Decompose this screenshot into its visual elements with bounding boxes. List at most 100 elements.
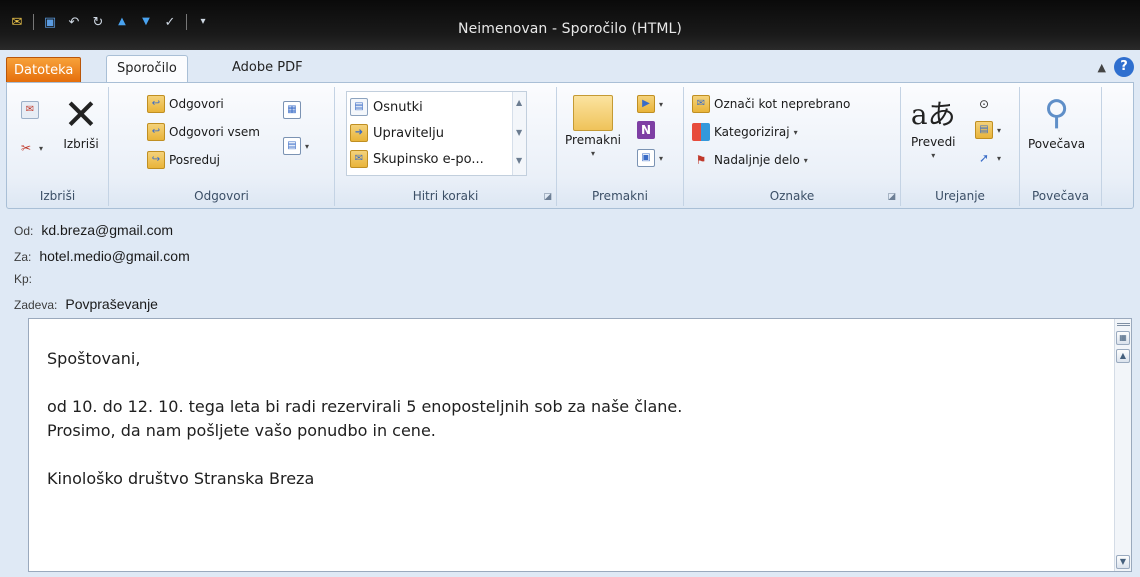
message-body[interactable]: Spoštovani, od 10. do 12. 10. tega leta … [28, 318, 1132, 572]
ribbon-tab-strip: Datoteka Sporočilo Adobe PDF ▲ ? [0, 50, 1140, 83]
forward-button[interactable]: ↪ Posreduj [147, 151, 220, 169]
help-icon[interactable]: ? [1114, 57, 1134, 77]
follow-up-button[interactable]: ⚑ Nadaljnje delo ▾ [692, 151, 808, 169]
delete-button[interactable]: ✕ Izbriši [61, 90, 101, 152]
group-delete: ✉ ✂ ▾ ✕ Izbriši Izbriši [7, 87, 109, 206]
message-body-text[interactable]: Spoštovani, od 10. do 12. 10. tega leta … [47, 347, 1087, 491]
scroll-down-icon[interactable]: ▼ [1116, 555, 1130, 569]
find-button[interactable]: ⊙ [975, 95, 993, 113]
dialog-launcher-icon[interactable]: ◪ [543, 192, 552, 202]
delete-icon: ✕ [63, 90, 99, 139]
group-label-quick-steps: Hitri koraki [412, 189, 479, 203]
to-row: Za: hotel.medio@gmail.com [14, 248, 190, 264]
select-button[interactable]: ➚ ▾ [975, 149, 1001, 167]
body-signature: Kinološko društvo Stranska Breza [47, 469, 315, 488]
from-label: Od: [14, 224, 34, 238]
group-editing: aあ Prevedi ▾ ⊙ ▤ ▾ ➚ ▾ Urejanje [901, 87, 1020, 206]
chevron-down-icon: ▾ [997, 125, 1002, 135]
subject-row: Zadeva: Povpraševanje [14, 296, 158, 312]
chevron-down-icon: ▾ [39, 143, 44, 153]
quick-step-item[interactable]: ➜ Upravitelju [350, 124, 444, 142]
manager-icon: ➜ [350, 124, 368, 142]
more-respond-button[interactable]: ▤ ▾ [283, 137, 309, 155]
cc-row: Kp: [14, 272, 40, 286]
group-label-delete: Izbriši [39, 189, 76, 203]
scroll-up-icon[interactable]: ▲ [516, 98, 522, 107]
actions-button[interactable]: ▣ ▾ [637, 149, 663, 167]
group-move: Premakni ▾ ▶ ▾ N ▣ ▾ Premakni [557, 87, 684, 206]
meeting-button[interactable]: ▦ [283, 101, 301, 119]
chevron-down-icon: ▾ [659, 153, 664, 163]
move-button[interactable]: Premakni ▾ [565, 95, 621, 158]
reply-button[interactable]: ↩ Odgovori [147, 95, 224, 113]
body-greeting: Spoštovani, [47, 349, 141, 368]
body-scrollbar[interactable]: ▦ ▲ ▼ [1114, 319, 1131, 571]
related-button[interactable]: ▤ ▾ [975, 121, 1001, 139]
group-tags: ✉ Označi kot neprebrano Kategoriziraj ▾ … [684, 87, 901, 206]
quick-step-item[interactable]: ▤ Osnutki [350, 98, 423, 116]
cleanup-button[interactable]: ✂ ▾ [17, 139, 43, 157]
window-title: Neimenovan - Sporočilo (HTML) [458, 21, 682, 37]
categorize-button[interactable]: Kategoriziraj ▾ [692, 123, 798, 141]
subject-value[interactable]: Povpraševanje [65, 296, 158, 312]
group-label-tags: Oznake [769, 189, 815, 203]
quick-step-label: Upravitelju [373, 125, 444, 141]
group-label-editing: Urejanje [935, 189, 985, 203]
group-zoom: ⚲ Povečava Povečava [1020, 87, 1102, 206]
scroll-down-icon[interactable]: ▼ [516, 128, 522, 137]
ribbon: ✉ ✂ ▾ ✕ Izbriši Izbriši ↩ Odgovori ↩ Odg… [6, 82, 1134, 209]
onenote-button[interactable]: N [637, 121, 655, 139]
drafts-icon: ▤ [350, 98, 368, 116]
group-label-zoom: Povečava [1031, 189, 1090, 203]
to-label: Za: [14, 250, 32, 264]
translate-icon: aあ [910, 98, 956, 131]
reply-icon: ↩ [147, 95, 165, 113]
dialog-launcher-icon[interactable]: ◪ [887, 192, 896, 202]
team-email-icon: ✉ [350, 150, 368, 168]
cursor-icon: ➚ [978, 151, 990, 165]
tab-file[interactable]: Datoteka [6, 57, 82, 83]
tab-message[interactable]: Sporočilo [106, 55, 188, 83]
scroll-up-icon[interactable]: ▲ [1116, 349, 1130, 363]
actions-icon: ▣ [637, 149, 655, 167]
quick-step-item[interactable]: ✉ Skupinsko e-po... [350, 150, 484, 168]
cc-label: Kp: [14, 272, 33, 286]
ruler-icon[interactable]: ▦ [1116, 331, 1130, 345]
subject-label: Zadeva: [14, 298, 58, 312]
mark-unread-button[interactable]: ✉ Označi kot neprebrano [692, 95, 850, 113]
quick-step-label: Skupinsko e-po... [373, 151, 484, 167]
more-icon: ▤ [283, 137, 301, 155]
to-value[interactable]: hotel.medio@gmail.com [39, 248, 189, 264]
group-label-move: Premakni [591, 189, 648, 203]
folder-icon [573, 95, 613, 131]
chevron-down-icon: ▾ [997, 153, 1002, 163]
rules-icon: ▶ [637, 95, 655, 113]
zoom-button[interactable]: ⚲ Povečava [1028, 93, 1085, 151]
minimize-ribbon-icon[interactable]: ▲ [1098, 61, 1106, 74]
ignore-icon: ✉ [21, 101, 39, 119]
from-value[interactable]: kd.breza@gmail.com [41, 222, 173, 238]
body-line: od 10. do 12. 10. tega leta bi radi reze… [47, 397, 683, 416]
follow-up-label: Nadaljnje delo [714, 153, 800, 167]
reply-all-button[interactable]: ↩ Odgovori vsem [147, 123, 260, 141]
envelope-icon: ✉ [692, 95, 710, 113]
reply-label: Odgovori [169, 97, 224, 111]
expand-icon[interactable]: ▼ [516, 156, 522, 165]
quick-steps-gallery[interactable]: ▤ Osnutki ➜ Upravitelju ✉ Skupinsko e-po… [346, 91, 527, 176]
tab-adobe-pdf[interactable]: Adobe PDF [222, 55, 313, 83]
chevron-down-icon: ▾ [793, 127, 798, 137]
from-row: Od: kd.breza@gmail.com [14, 222, 173, 238]
chevron-down-icon: ▾ [931, 151, 936, 160]
quick-steps-scrollbar[interactable]: ▲ ▼ ▼ [512, 92, 526, 175]
group-quick-steps: ▤ Osnutki ➜ Upravitelju ✉ Skupinsko e-po… [335, 87, 557, 206]
split-handle-icon[interactable] [1117, 323, 1130, 326]
chevron-down-icon: ▾ [591, 149, 596, 158]
move-button-label: Premakni [565, 133, 622, 147]
translate-button[interactable]: aあ Prevedi ▾ [911, 93, 956, 160]
delete-button-label: Izbriši [63, 137, 99, 151]
group-respond: ↩ Odgovori ↩ Odgovori vsem ↪ Posreduj ▦ … [109, 87, 335, 206]
rules-button[interactable]: ▶ ▾ [637, 95, 663, 113]
ignore-button[interactable]: ✉ [21, 101, 39, 119]
ribbon-controls: ▲ ? [1098, 57, 1134, 77]
